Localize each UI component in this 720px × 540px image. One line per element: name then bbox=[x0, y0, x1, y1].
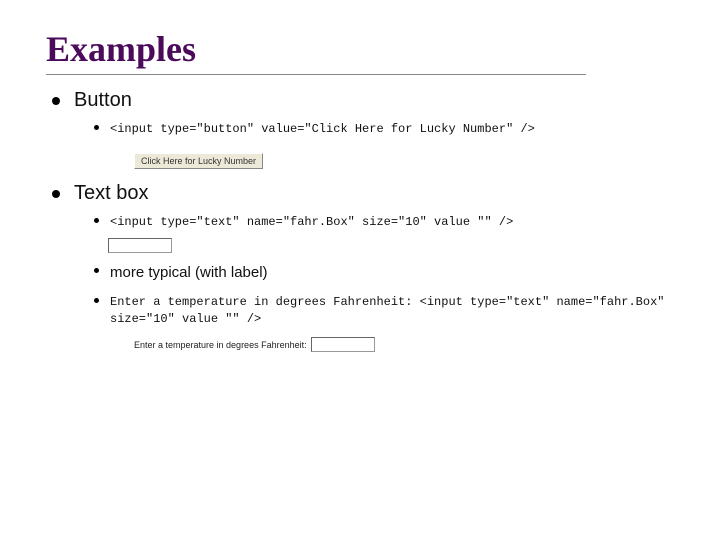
code-text: Enter a temperature in degrees Fahrenhei… bbox=[110, 295, 665, 326]
code-text: <input type="text" name="fahr.Box" size=… bbox=[110, 215, 513, 229]
slide: Examples Button <input type="button" val… bbox=[0, 0, 720, 384]
rendered-textbox bbox=[108, 238, 172, 253]
code-text: <input type="button" value="Click Here f… bbox=[110, 122, 535, 136]
code-line: <input type="text" name="fahr.Box" size=… bbox=[94, 213, 674, 253]
button-render-preview: Click Here for Lucky Number bbox=[134, 147, 674, 170]
rendered-label: Enter a temperature in degrees Fahrenhei… bbox=[134, 340, 307, 350]
labeled-textbox-render-preview: Enter a temperature in degrees Fahrenhei… bbox=[134, 337, 674, 352]
slide-title: Examples bbox=[46, 28, 586, 75]
sub-heading-line: more typical (with label) bbox=[94, 263, 674, 283]
rendered-textbox bbox=[311, 337, 375, 352]
rendered-labeled-textbox: Enter a temperature in degrees Fahrenhei… bbox=[134, 337, 674, 352]
sub-heading: more typical (with label) bbox=[110, 264, 268, 281]
sub-list: <input type="text" name="fahr.Box" size=… bbox=[74, 213, 674, 327]
bullet-button: Button <input type="button" value="Click… bbox=[52, 89, 674, 170]
bullet-textbox: Text box <input type="text" name="fahr.B… bbox=[52, 182, 674, 352]
code-line: Enter a temperature in degrees Fahrenhei… bbox=[94, 293, 674, 327]
sub-list: <input type="button" value="Click Here f… bbox=[74, 120, 674, 137]
textbox-render-preview bbox=[108, 236, 674, 252]
bullet-heading: Text box bbox=[74, 182, 148, 204]
rendered-button: Click Here for Lucky Number bbox=[134, 153, 263, 169]
code-line: <input type="button" value="Click Here f… bbox=[94, 120, 674, 137]
bullet-heading: Button bbox=[74, 89, 132, 111]
bullet-list: Button <input type="button" value="Click… bbox=[46, 89, 674, 352]
